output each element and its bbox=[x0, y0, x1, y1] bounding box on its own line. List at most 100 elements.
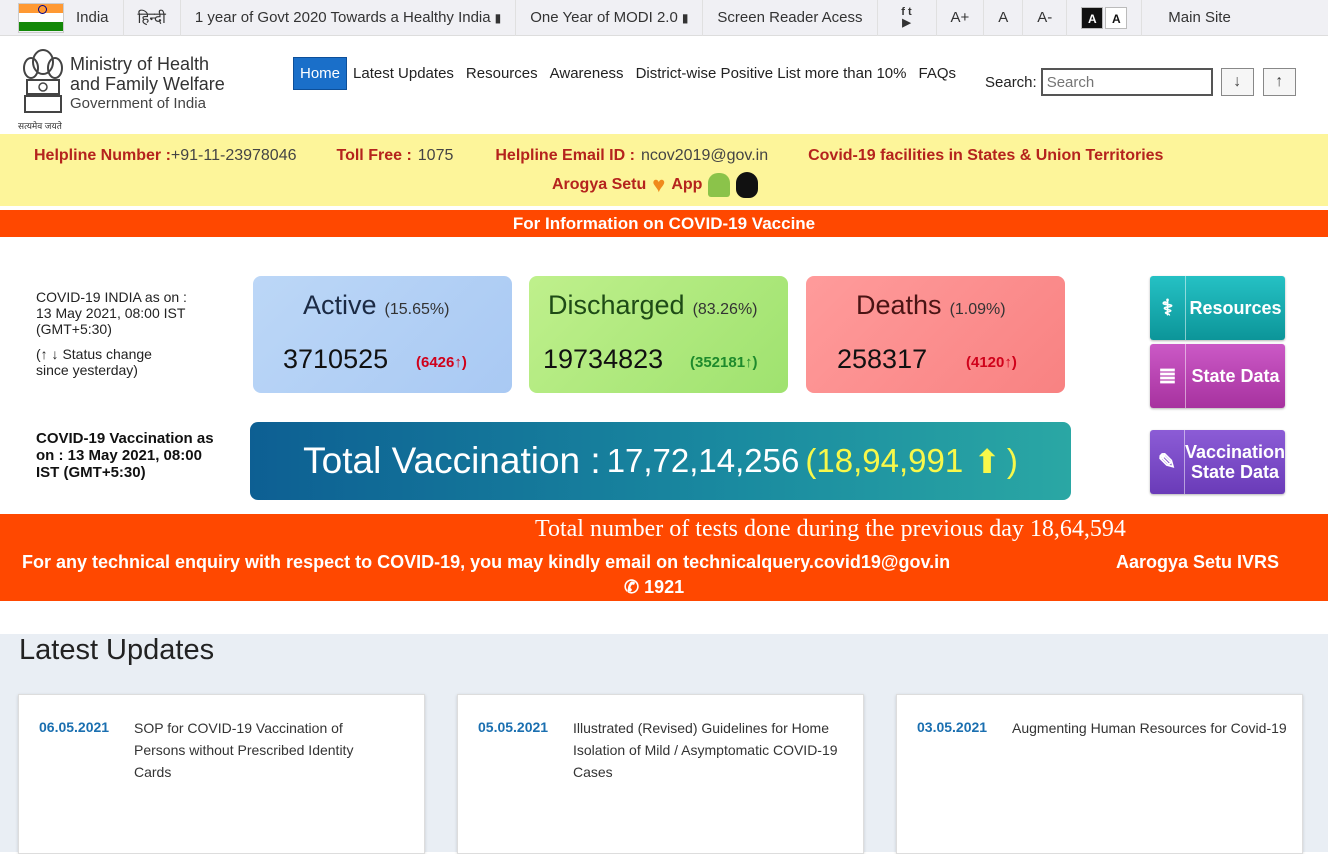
tests-banner: Total number of tests done during the pr… bbox=[0, 514, 1328, 601]
active-percent: (15.65%) bbox=[384, 301, 450, 318]
government-label: Government of India bbox=[70, 95, 206, 112]
emblem-motto: सत्यमेव जयते bbox=[18, 121, 62, 131]
arogya-label: Arogya Setu bbox=[552, 176, 647, 193]
nav-faqs[interactable]: FAQs bbox=[913, 58, 963, 89]
tollfree-label: Toll Free : bbox=[336, 147, 412, 164]
ministry-line-2: and Family Welfare bbox=[70, 74, 225, 94]
search-input[interactable] bbox=[1040, 68, 1213, 96]
deaths-change: (4120↑) bbox=[966, 354, 1017, 371]
country-label: India bbox=[76, 9, 109, 26]
vaccination-state-data-button[interactable]: ✎ Vaccination State Data bbox=[1150, 430, 1285, 494]
nav-latest-updates[interactable]: Latest Updates bbox=[347, 58, 460, 89]
resources-label: Resources bbox=[1189, 298, 1282, 318]
main-site-link[interactable]: Main Site bbox=[1142, 0, 1245, 36]
helpline-number[interactable]: +91-11-23978046 bbox=[171, 147, 297, 165]
font-normal-button[interactable]: A bbox=[984, 0, 1024, 36]
android-icon[interactable] bbox=[708, 173, 731, 197]
dark-contrast-button[interactable]: A bbox=[1081, 6, 1104, 29]
nav-home[interactable]: Home bbox=[293, 57, 348, 90]
vaccination-label: Total Vaccination : bbox=[303, 440, 601, 481]
database-icon: ≣ bbox=[1150, 344, 1186, 408]
resources-button[interactable]: ⚕ Resources bbox=[1150, 276, 1285, 340]
search-up-button[interactable]: ↑ bbox=[1262, 68, 1296, 96]
doctor-icon: ⚕ bbox=[1150, 276, 1186, 340]
nav-awareness[interactable]: Awareness bbox=[544, 58, 630, 89]
heart-icon: ♥ bbox=[652, 172, 666, 197]
vacc-state-line-1: Vaccination bbox=[1184, 442, 1285, 462]
healthy-india-link[interactable]: 1 year of Govt 2020 Towards a Healthy In… bbox=[181, 0, 517, 36]
vaccination-change: (18,94,991 bbox=[805, 442, 964, 479]
social-links: f t ▶ bbox=[878, 0, 937, 36]
deaths-title: Deaths bbox=[856, 290, 942, 320]
ministry-logo-text[interactable]: Ministry of Health and Family Welfare Go… bbox=[70, 54, 225, 114]
stats-asof: COVID-19 INDIA as on : 13 May 2021, 08:0… bbox=[36, 289, 187, 337]
stats-asof-text: COVID-19 INDIA as on : 13 May 2021, 08:0… bbox=[36, 289, 206, 378]
update-date: 03.05.2021 bbox=[917, 719, 988, 735]
book-icon: ▮ bbox=[681, 10, 689, 25]
tollfree-number[interactable]: 1075 bbox=[418, 147, 454, 165]
discharged-count: 19734823 bbox=[543, 344, 664, 374]
national-emblem-icon bbox=[23, 49, 63, 113]
phone-icon: ✆ bbox=[624, 577, 645, 597]
youtube-icon[interactable]: ▶ bbox=[902, 17, 910, 29]
country-cell: India bbox=[0, 0, 124, 36]
ivrs-phone[interactable]: ✆ 1921 bbox=[624, 577, 684, 598]
active-count: 3710525 bbox=[283, 344, 389, 374]
technical-enquiry-text: For any technical enquiry with respect t… bbox=[22, 552, 951, 572]
nav-resources[interactable]: Resources bbox=[460, 58, 544, 89]
active-change: (6426↑) bbox=[416, 354, 467, 371]
helpline-email[interactable]: ncov2019@gov.in bbox=[641, 147, 768, 165]
search-label: Search: bbox=[985, 73, 1037, 91]
tests-count-text: Total number of tests done during the pr… bbox=[535, 516, 1126, 542]
ministry-line-1: Ministry of Health bbox=[70, 54, 210, 74]
modi-link[interactable]: One Year of MODI 2.0 ▮ bbox=[516, 0, 704, 36]
active-title: Active bbox=[303, 290, 377, 320]
discharged-title-row: Discharged (83.26%) bbox=[548, 290, 758, 321]
deaths-title-row: Deaths (1.09%) bbox=[856, 290, 1006, 321]
update-card[interactable]: 03.05.2021 Augmenting Human Resources fo… bbox=[896, 694, 1303, 854]
font-decrease-button[interactable]: A- bbox=[1023, 0, 1068, 36]
update-date: 05.05.2021 bbox=[478, 719, 549, 735]
contrast-toggle: A A bbox=[1067, 0, 1143, 36]
vacc-state-label: Vaccination State Data bbox=[1185, 442, 1285, 482]
active-title-row: Active (15.65%) bbox=[303, 290, 449, 321]
email-label: Helpline Email ID : bbox=[495, 147, 635, 164]
app-label: App bbox=[671, 176, 703, 193]
state-data-label: State Data bbox=[1191, 366, 1280, 386]
update-title[interactable]: Illustrated (Revised) Guidelines for Hom… bbox=[573, 717, 843, 783]
book-icon: ▮ bbox=[494, 10, 502, 25]
state-data-button[interactable]: ≣ State Data bbox=[1150, 344, 1285, 408]
active-card: Active (15.65%) 3710525 (6426↑) bbox=[253, 276, 512, 393]
helpline-label: Helpline Number : bbox=[34, 147, 171, 164]
discharged-percent: (83.26%) bbox=[692, 301, 758, 318]
discharged-card: Discharged (83.26%) 19734823 (352181↑) bbox=[529, 276, 788, 393]
india-flag-icon bbox=[18, 2, 64, 33]
up-arrow-icon: ⬆ bbox=[973, 442, 1001, 480]
apple-icon[interactable] bbox=[736, 172, 759, 198]
update-title[interactable]: Augmenting Human Resources for Covid-19 bbox=[1012, 717, 1287, 739]
font-increase-button[interactable]: A+ bbox=[937, 0, 985, 36]
status-change-note: (↑ ↓ Status change since yesterday) bbox=[36, 346, 152, 378]
light-contrast-button[interactable]: A bbox=[1105, 6, 1128, 29]
facilities-link[interactable]: Covid-19 facilities in States & Union Te… bbox=[808, 147, 1163, 165]
nav-district-list[interactable]: District-wise Positive List more than 10… bbox=[630, 58, 913, 89]
deaths-count: 258317 bbox=[837, 344, 928, 374]
healthy-india-label: 1 year of Govt 2020 Towards a Healthy In… bbox=[194, 9, 491, 26]
update-date: 06.05.2021 bbox=[39, 719, 110, 735]
main-nav: Home Latest Updates Resources Awareness … bbox=[293, 57, 962, 90]
vacc-asof: COVID-19 Vaccination as on : 13 May 2021… bbox=[36, 430, 214, 481]
modi-label: One Year of MODI 2.0 bbox=[530, 9, 678, 26]
hindi-link[interactable]: हिन्दी bbox=[124, 0, 181, 36]
vaccine-info-banner[interactable]: For Information on COVID-19 Vaccine bbox=[0, 210, 1328, 237]
search-down-button[interactable]: ↓ bbox=[1220, 68, 1254, 96]
update-card[interactable]: 06.05.2021 SOP for COVID-19 Vaccination … bbox=[18, 694, 425, 854]
helpline-bar: Helpline Number : +91-11-23978046 Toll F… bbox=[0, 134, 1328, 206]
total-vaccination-banner[interactable]: Total Vaccination : 17,72,14,256 (18,94,… bbox=[250, 422, 1071, 500]
latest-updates-heading: Latest Updates bbox=[19, 634, 215, 666]
vaccination-total: 17,72,14,256 bbox=[606, 442, 800, 479]
screen-reader-link[interactable]: Screen Reader Acess bbox=[703, 0, 878, 36]
update-title[interactable]: SOP for COVID-19 Vaccination of Persons … bbox=[134, 717, 374, 783]
update-card[interactable]: 05.05.2021 Illustrated (Revised) Guideli… bbox=[457, 694, 864, 854]
deaths-card: Deaths (1.09%) 258317 (4120↑) bbox=[806, 276, 1065, 393]
deaths-percent: (1.09%) bbox=[949, 301, 1006, 318]
